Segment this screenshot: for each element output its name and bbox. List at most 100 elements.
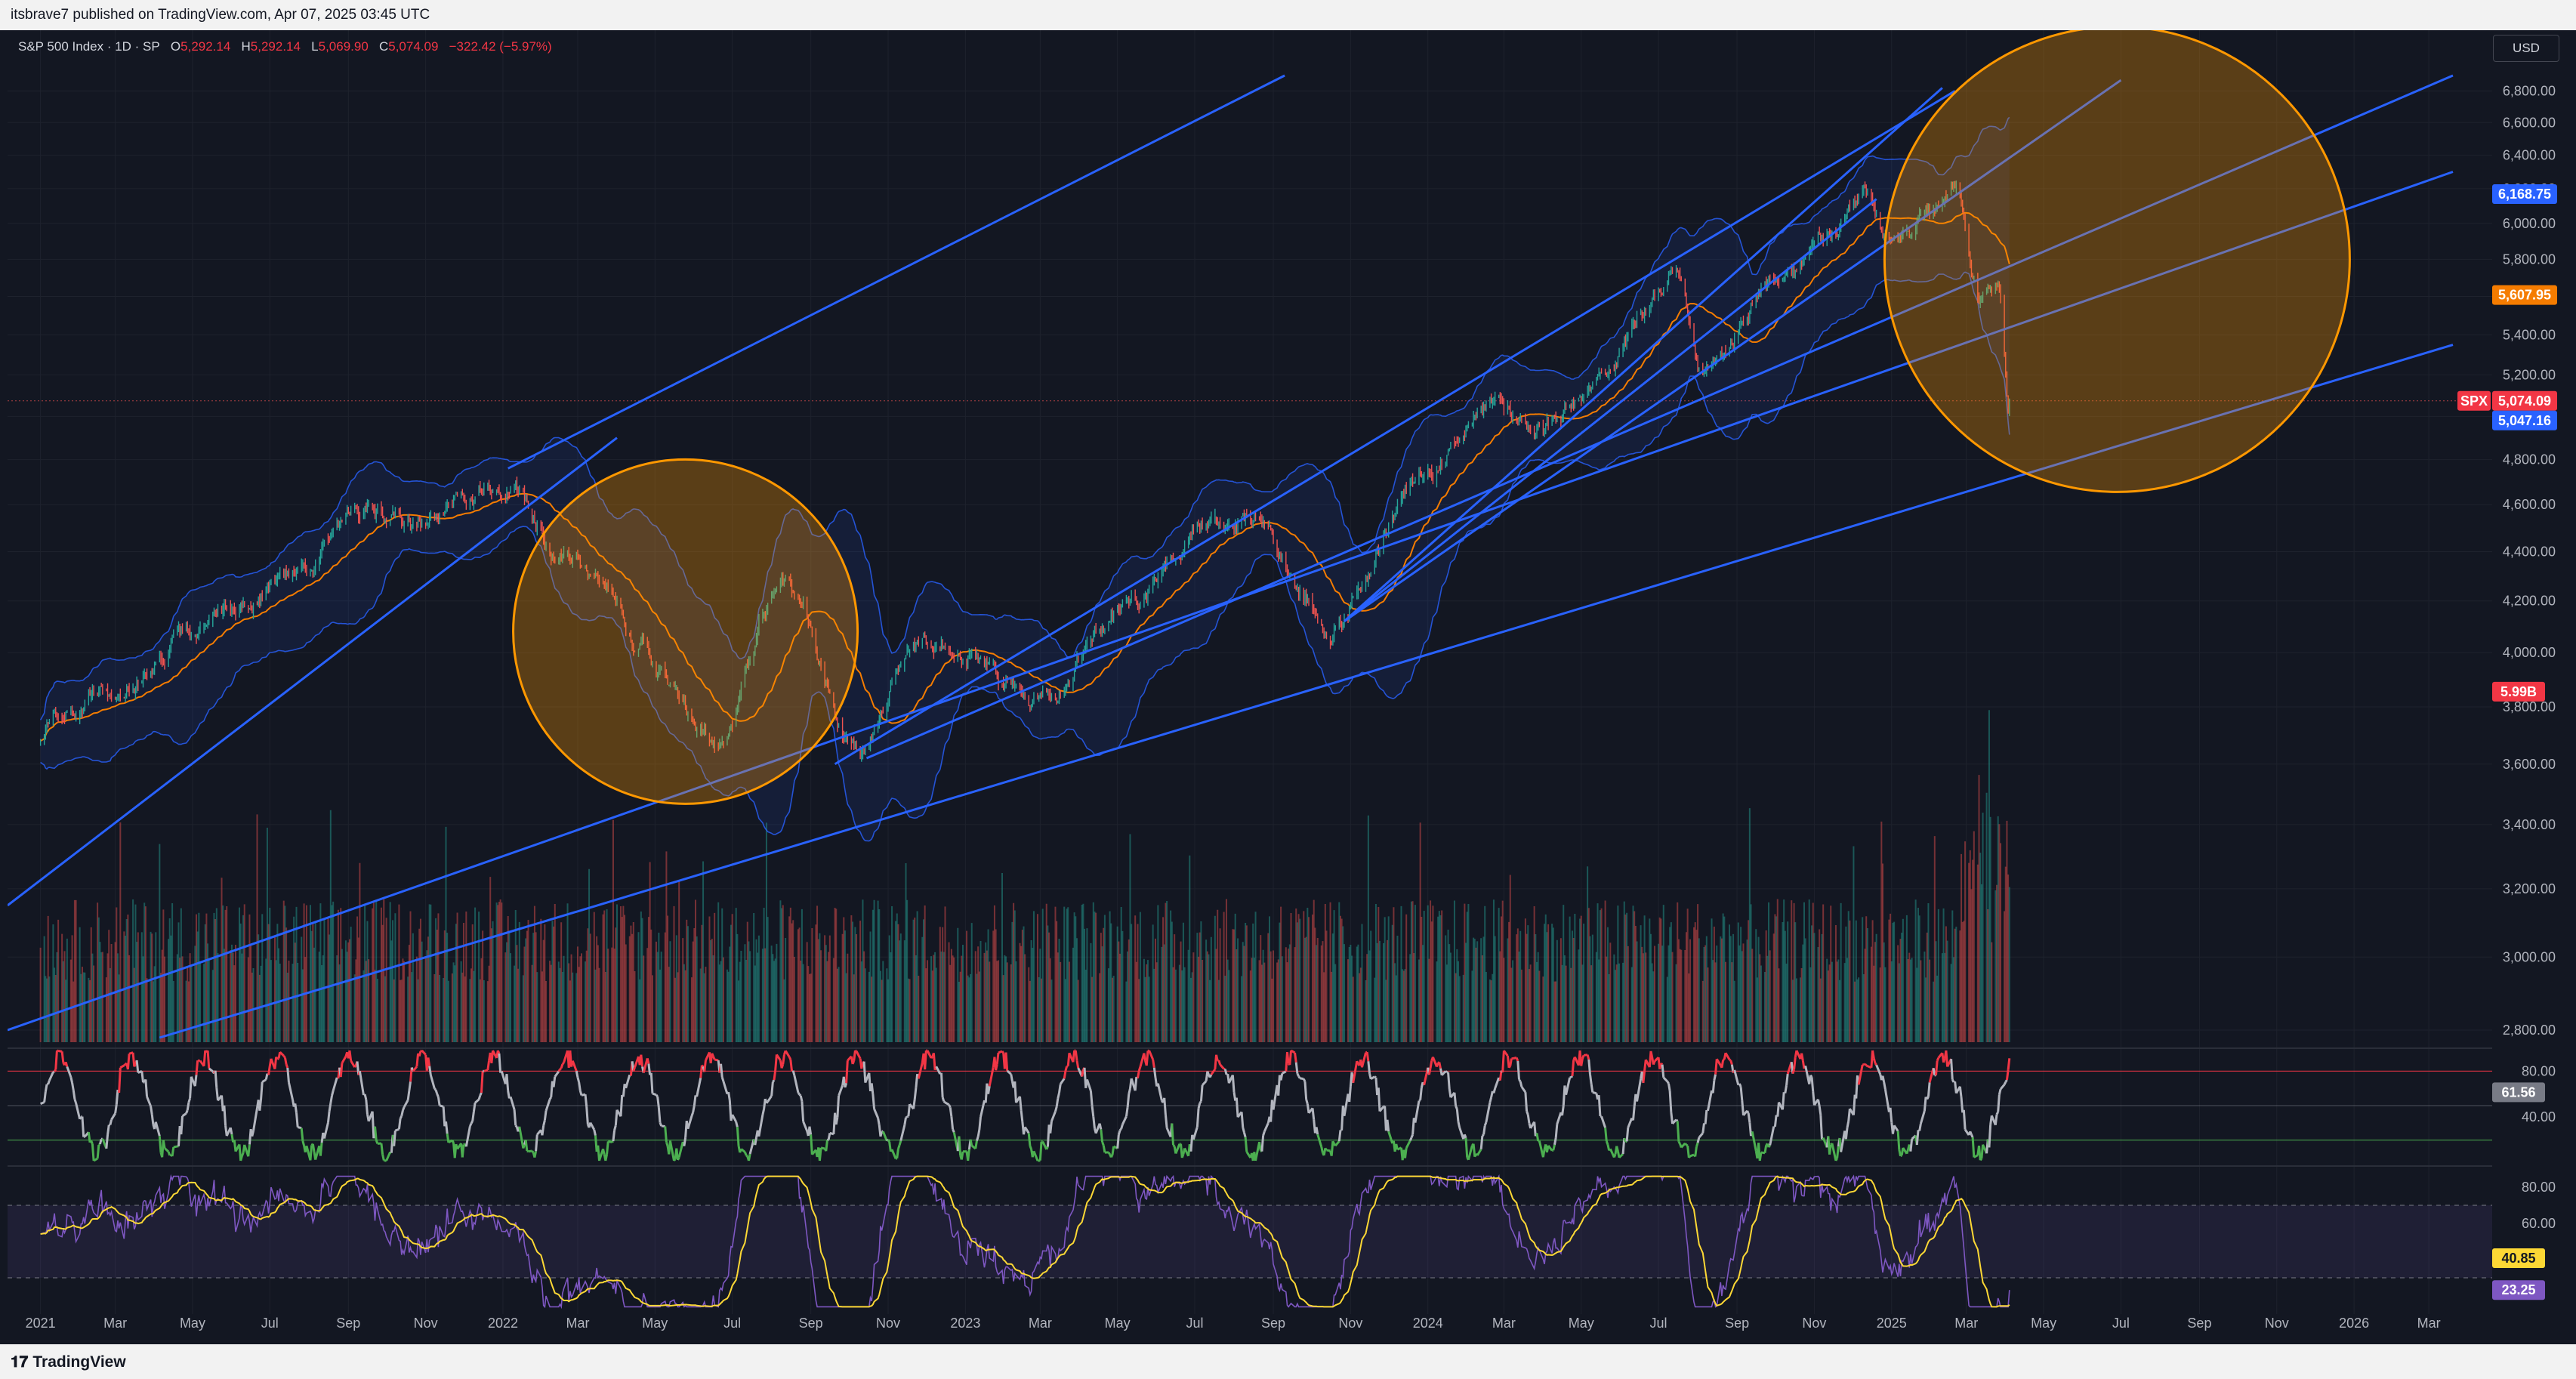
time-axis-tick: 2021 [26,1316,56,1331]
stoch-segment [439,1104,444,1108]
price-axis-tick: 4,400.00 [2503,545,2556,560]
stoch-segment [311,1143,316,1152]
stoch-segment [1615,1146,1619,1152]
stoch-segment [1296,1073,1300,1077]
low-value: 5,069.90 [318,39,369,54]
time-axis-tick: Sep [336,1316,360,1331]
stoch-segment [429,1075,436,1090]
stoch-segment [1627,1117,1634,1128]
stoch-segment [1556,1112,1563,1124]
stoch-segment [542,1120,546,1126]
stoch-segment [543,1110,548,1121]
price-axis-tick: 2,800.00 [2503,1023,2556,1038]
stoch-segment [1836,1146,1840,1158]
stoch-segment [1942,1057,1946,1063]
stoch-segment [1410,1134,1414,1139]
stoch-segment [1800,1053,1804,1061]
stoch-segment [974,1140,978,1149]
stoch-segment [1352,1060,1359,1084]
stoch-segment [522,1144,526,1149]
stoch-segment [276,1057,279,1060]
stoch-segment [1605,1140,1609,1146]
stoch-segment [66,1066,72,1078]
stoch-segment [1054,1106,1058,1112]
stoch-segment [545,1099,551,1112]
stoch-segment [1148,1050,1155,1060]
stoch-segment [1117,1130,1121,1135]
stoch-segment [1686,1143,1689,1147]
stoch-segment [69,1076,74,1084]
chart-canvas[interactable]: 6,800.006,600.006,400.006,200.006,000.00… [0,0,2576,1379]
stoch-segment [1625,1127,1630,1142]
stoch-segment [926,1050,933,1059]
stoch-segment [952,1128,955,1133]
stoch-segment [300,1128,304,1141]
stoch-segment [774,1054,778,1071]
stoch-segment [757,1114,764,1137]
stoch-segment [140,1071,145,1083]
stoch-segment [613,1124,617,1131]
stoch-segment [1526,1110,1529,1115]
stoch-segment [1684,1142,1688,1146]
stoch-segment [978,1116,982,1131]
stoch-segment [1050,1111,1057,1122]
stoch-segment [860,1063,864,1069]
tradingview-logo-icon: 𝟏𝟕 [11,1353,29,1371]
stoch-segment [571,1060,578,1072]
stoch-segment [1038,1141,1043,1161]
stoch-segment [1075,1060,1080,1069]
price-axis-tick: 4,600.00 [2503,497,2556,512]
stoch-segment [1262,1131,1266,1137]
stoch-segment [1889,1107,1893,1123]
tradingview-logo[interactable]: 𝟏𝟕 TradingView [11,1353,126,1371]
stoch-segment [1455,1105,1458,1109]
stoch-segment [1580,1058,1584,1066]
stoch-segment [1143,1053,1147,1061]
stoch-segment [1348,1086,1352,1103]
rsi-value-tag: 23.25 [2501,1282,2535,1297]
stoch-segment [561,1062,565,1066]
stoch-segment [1604,1128,1608,1142]
stoch-segment [97,1143,101,1146]
price-axis-tick: 6,000.00 [2503,216,2556,231]
stoch-segment [1547,1145,1553,1152]
stoch-segment [767,1095,773,1103]
stoch-segment [1763,1145,1768,1154]
stoch-segment [126,1054,131,1070]
stoch-segment [1988,1124,1992,1148]
stoch-segment [1819,1115,1823,1140]
stoch-segment [285,1063,289,1069]
stoch-segment [1242,1127,1245,1133]
stoch-segment [1124,1106,1129,1117]
rsi-band [8,1205,2492,1278]
stoch-segment [1694,1146,1698,1157]
price-axis-tick: 5,400.00 [2503,328,2556,343]
stoch-axis-tick: 40.00 [2522,1109,2556,1124]
stoch-segment [1447,1072,1451,1090]
stoch-segment [341,1056,347,1064]
stoch-segment [851,1060,856,1065]
stoch-segment [258,1099,263,1111]
stoch-segment [1995,1111,2000,1115]
stoch-segment [607,1140,612,1143]
stoch-segment [1518,1078,1522,1082]
stoch-segment [1686,1145,1690,1158]
stoch-segment [1649,1050,1654,1058]
stoch-segment [110,1112,116,1121]
stoch-segment [1089,1091,1094,1106]
stoch-segment [1492,1087,1497,1094]
stoch-segment [1501,1050,1505,1073]
stoch-segment [576,1077,581,1083]
stoch-segment [1163,1097,1167,1115]
stoch-segment [123,1063,126,1066]
stoch-segment [486,1060,491,1071]
stoch-segment [693,1095,697,1106]
currency-button[interactable]: USD [2493,35,2559,62]
stoch-segment [1932,1067,1936,1075]
stoch-segment [744,1151,748,1156]
stoch-segment [969,1139,973,1146]
time-axis-tick: Nov [1802,1316,1826,1331]
stoch-segment [1934,1060,1939,1076]
stoch-segment [319,1142,323,1156]
stoch-segment [1231,1075,1236,1093]
